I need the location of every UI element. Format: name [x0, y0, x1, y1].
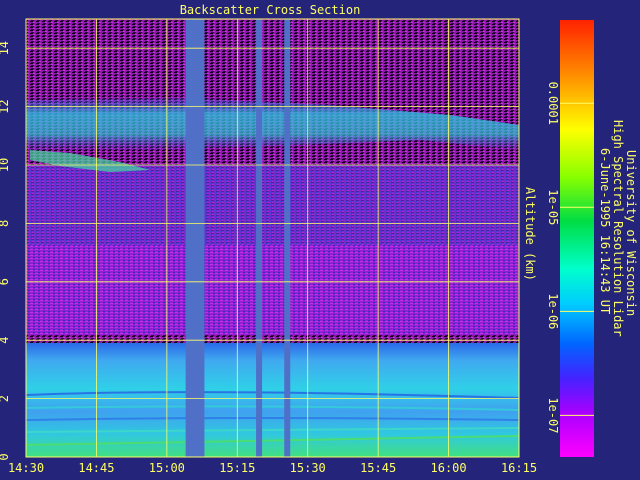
- y-tick-label: 8: [0, 220, 11, 227]
- y-tick-label: 2: [0, 395, 11, 402]
- y-tick-label: 0: [0, 453, 11, 460]
- plot-area: [25, 18, 520, 458]
- credit-text: University of Wisconsin High Spectral Re…: [598, 120, 638, 337]
- x-tick-label: 16:15: [501, 461, 537, 475]
- colorbar-tick-label: 1e-07: [546, 397, 560, 433]
- y-tick-label: 4: [0, 337, 11, 344]
- x-tick-label: 15:45: [360, 461, 396, 475]
- y-tick-label: 14: [0, 41, 11, 55]
- y-axis-label: Altitude (km): [523, 187, 537, 281]
- credit-line-1: University of Wisconsin: [624, 150, 638, 316]
- data-gap-2: [284, 19, 291, 457]
- mid-noise-band: [26, 165, 519, 245]
- backscatter-chart: Backscatter Cross Section 0 2 4 6 8 10 12 14 14…: [0, 3, 638, 475]
- y-tick-label: 12: [0, 99, 11, 113]
- colorbar-tick-label: 0.0001: [546, 82, 560, 125]
- x-tick-label: 15:00: [149, 461, 185, 475]
- y-tick-label: 6: [0, 278, 11, 285]
- x-tick-label: 14:30: [8, 461, 44, 475]
- colorbar-gradient: [560, 20, 594, 457]
- chart-title: Backscatter Cross Section: [180, 3, 361, 17]
- x-tick-label: 15:15: [219, 461, 255, 475]
- colorbar: 0.0001 1e-05 1e-06 1e-07: [546, 20, 594, 457]
- x-tick-label: 16:00: [431, 461, 467, 475]
- low-noise-band: [26, 245, 519, 335]
- data-gap-1: [256, 19, 263, 457]
- x-tick-label: 15:30: [290, 461, 326, 475]
- colorbar-tick-label: 1e-05: [546, 189, 560, 225]
- credit-line-2: High Spectral Resolution Lidar: [611, 120, 625, 337]
- credit-line-3: 6-June-1995 16:14:43 UT: [598, 148, 612, 314]
- data-gap-0: [185, 19, 205, 457]
- x-tick-label: 14:45: [78, 461, 114, 475]
- y-tick-label: 10: [0, 158, 11, 172]
- y-ticks: 0 2 4 6 8 10 12 14: [0, 41, 11, 461]
- x-ticks: 14:30 14:45 15:00 15:15 15:30 15:45 16:00 16:15: [8, 461, 537, 475]
- colorbar-tick-label: 1e-06: [546, 293, 560, 329]
